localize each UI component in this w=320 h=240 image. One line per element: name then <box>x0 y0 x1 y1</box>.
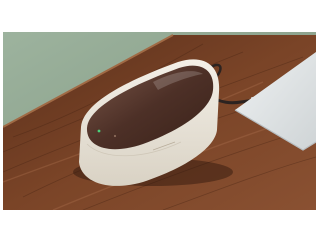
status-light <box>97 129 101 133</box>
lid-button <box>113 134 117 138</box>
photo-scene <box>3 32 316 210</box>
product-photo <box>3 32 316 210</box>
